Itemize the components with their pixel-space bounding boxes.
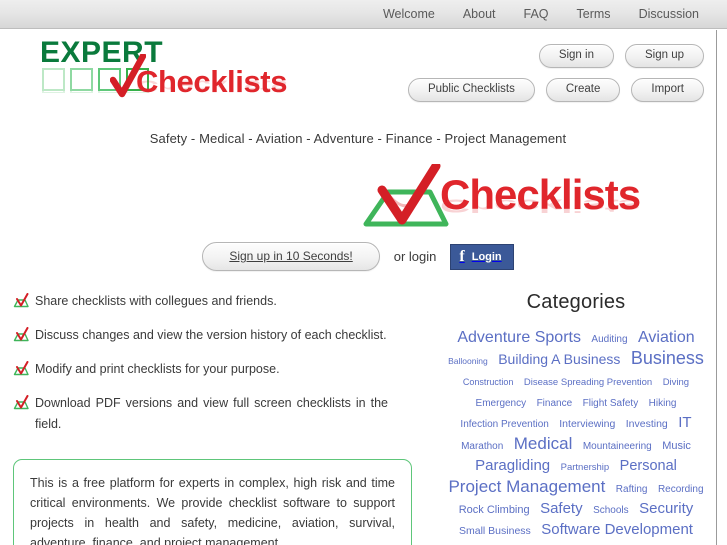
right-column: Categories Adventure Sports Auditing Avi… [440, 291, 712, 545]
feature-text: Modify and print checklists for your pur… [35, 362, 280, 376]
public-checklists-button[interactable]: Public Checklists [407, 78, 535, 102]
category-tag[interactable]: Partnership [561, 458, 610, 477]
hero-section: Safety - Medical - Aviation - Adventure … [0, 115, 716, 271]
category-tag[interactable]: Project Management [448, 477, 605, 496]
platform-description-box: This is a free platform for experts in c… [13, 459, 412, 545]
category-tag[interactable]: Recording [658, 480, 704, 499]
checkmark-tray-icon [13, 361, 29, 376]
topnav-item-terms[interactable]: Terms [563, 0, 625, 28]
feature-text: Share checklists with collegues and frie… [35, 294, 277, 308]
site-logo[interactable]: EXPERT Checklists Checklists [18, 38, 288, 116]
facebook-icon: f [459, 247, 465, 265]
feature-text: Discuss changes and view the version his… [35, 328, 387, 342]
topnav-item-welcome[interactable]: Welcome [369, 0, 449, 28]
category-tag[interactable]: Paragliding [475, 456, 550, 475]
logo-checklists-text: Checklists [136, 64, 288, 99]
header-buttons-secondary: Public Checklists Create Import [407, 78, 704, 102]
site-header: EXPERT Checklists Checklists Sign in Sig… [0, 30, 716, 115]
facebook-login-label: Login [471, 250, 502, 263]
category-tag[interactable]: Music [662, 437, 691, 456]
facebook-login-button[interactable]: f Login [450, 243, 514, 270]
category-tag[interactable]: Disease Spreading Prevention [524, 373, 652, 392]
category-tag[interactable]: Flight Safety [583, 394, 639, 413]
category-tag[interactable]: Business [631, 349, 704, 368]
top-utility-bar: Welcome About FAQ Terms Discussion [0, 0, 727, 29]
category-tag[interactable]: Aviation [638, 328, 695, 347]
category-tag[interactable]: Marathon [461, 437, 503, 456]
category-tag[interactable]: Construction [463, 373, 514, 392]
topnav-item-faq[interactable]: FAQ [510, 0, 563, 28]
platform-description-text: This is a free platform for experts in c… [30, 476, 395, 545]
top-navigation: Welcome About FAQ Terms Discussion [369, 0, 727, 28]
hero-cta-row: Sign up in 10 Seconds! or login f Login [0, 242, 716, 271]
category-tag[interactable]: Mountaineering [583, 437, 652, 456]
hero-checklists-word: Checklists [440, 171, 641, 218]
page-container: EXPERT Checklists Checklists Sign in Sig… [0, 30, 717, 545]
signup-10-seconds-button[interactable]: Sign up in 10 Seconds! [202, 242, 380, 271]
category-tag[interactable]: Emergency [476, 394, 527, 413]
feature-list: Share checklists with collegues and frie… [0, 291, 430, 435]
categories-heading: Categories [526, 291, 626, 313]
category-tag[interactable]: Small Business [459, 522, 531, 541]
category-tag[interactable]: Finance [537, 394, 573, 413]
topnav-item-about[interactable]: About [449, 0, 510, 28]
category-tag[interactable]: Building A Business [498, 350, 620, 369]
checkmark-tray-icon [13, 293, 29, 308]
category-tag[interactable]: Schools [593, 501, 629, 520]
category-tag[interactable]: Personal [620, 457, 677, 476]
feature-item: Download PDF versions and view full scre… [0, 393, 430, 435]
category-tag[interactable]: Hiking [649, 394, 677, 413]
sign-up-button[interactable]: Sign up [624, 44, 704, 68]
feature-item: Modify and print checklists for your pur… [0, 359, 430, 380]
category-tag[interactable]: Software Development [541, 520, 693, 539]
topnav-item-discussion[interactable]: Discussion [625, 0, 713, 28]
categories-tag-cloud: Adventure Sports Auditing Aviation Ballo… [440, 328, 712, 545]
checkmark-tray-icon [13, 395, 29, 410]
create-button[interactable]: Create [545, 78, 621, 102]
category-tag[interactable]: Adventure Sports [457, 328, 581, 347]
category-tag[interactable]: Ballooning [448, 352, 488, 371]
category-tag[interactable]: Interviewing [559, 415, 615, 434]
category-tag[interactable]: Rafting [616, 480, 648, 499]
hero-logo: Checklists Checklists [0, 162, 716, 234]
feature-text: Download PDF versions and view full scre… [35, 396, 388, 431]
page-root: Welcome About FAQ Terms Discussion EXPER… [0, 0, 727, 545]
category-tag[interactable]: Rock Climbing [459, 501, 530, 520]
category-tag[interactable]: IT [678, 413, 691, 432]
category-tag[interactable]: Security [639, 499, 693, 518]
left-column: Share checklists with collegues and frie… [0, 291, 430, 545]
category-tag[interactable]: Auditing [591, 330, 627, 349]
category-tag[interactable]: Investing [626, 415, 668, 434]
header-buttons-primary: Sign in Sign up [538, 44, 704, 68]
or-login-label: or login [393, 249, 437, 264]
feature-item: Share checklists with collegues and frie… [0, 291, 430, 312]
category-tag[interactable]: Diving [663, 373, 689, 392]
checkmark-tray-icon [13, 327, 29, 342]
feature-item: Discuss changes and view the version his… [0, 325, 430, 346]
category-tag[interactable]: Infection Prevention [460, 415, 548, 434]
logo-checkbox-row [42, 68, 149, 91]
sign-in-button[interactable]: Sign in [538, 44, 614, 68]
hero-tray-checkmark-icon [358, 164, 450, 230]
import-button[interactable]: Import [631, 78, 704, 102]
hero-tagline: Safety - Medical - Aviation - Adventure … [149, 131, 567, 146]
category-tag[interactable]: Medical [514, 434, 573, 453]
category-tag[interactable]: Safety [540, 499, 583, 518]
